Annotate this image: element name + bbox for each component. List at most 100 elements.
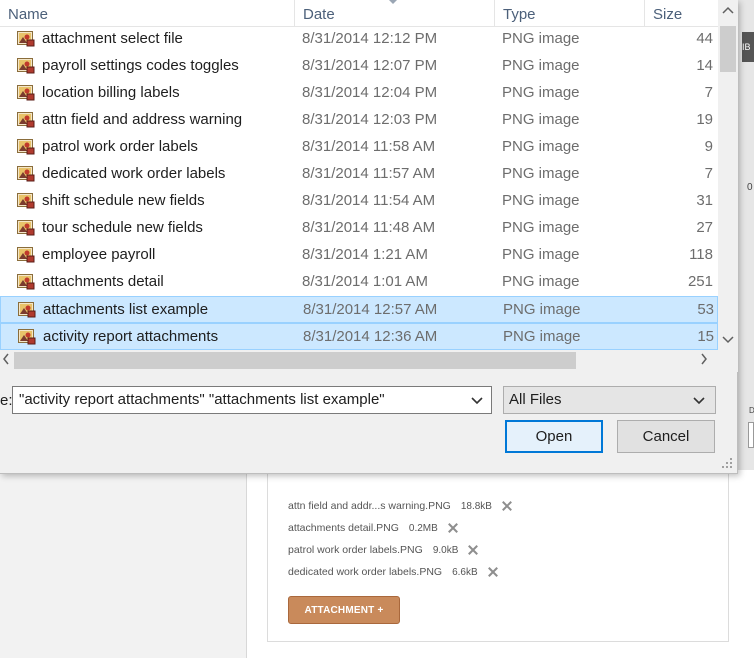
- file-row[interactable]: attachment select file 8/31/2014 12:12 PM…: [0, 26, 718, 53]
- column-header-name[interactable]: Name: [0, 0, 295, 27]
- open-button[interactable]: Open: [505, 420, 603, 453]
- chevron-left-icon[interactable]: [0, 353, 12, 369]
- png-image-file-icon: [17, 274, 35, 290]
- remove-attachment-icon[interactable]: [500, 499, 514, 513]
- file-name: patrol work order labels: [42, 138, 198, 155]
- png-image-file-icon: [17, 193, 35, 209]
- file-name: location billing labels: [42, 84, 180, 101]
- file-row[interactable]: payroll settings codes toggles 8/31/2014 …: [0, 53, 718, 80]
- file-size: 31: [696, 192, 713, 209]
- file-size: 251: [687, 273, 713, 290]
- horizontal-scrollbar[interactable]: [0, 350, 718, 372]
- chevron-down-icon[interactable]: [466, 389, 488, 411]
- add-attachment-button[interactable]: ATTACHMENT +: [288, 596, 400, 624]
- column-header-size[interactable]: Size: [645, 0, 718, 27]
- file-size: 14: [696, 57, 713, 74]
- file-row[interactable]: attachments list example 8/31/2014 12:57 …: [0, 296, 718, 323]
- png-image-file-icon: [18, 302, 36, 318]
- remove-attachment-icon[interactable]: [486, 565, 500, 579]
- column-header-date[interactable]: Date: [295, 0, 495, 27]
- file-list: Name Date Type Size attachment select fi…: [0, 0, 718, 350]
- file-row[interactable]: dedicated work order labels 8/31/2014 11:…: [0, 161, 718, 188]
- attachment-name: attachments detail.PNG: [288, 522, 399, 534]
- file-name: attachments detail: [42, 273, 164, 290]
- file-size: 44: [696, 30, 713, 47]
- file-row[interactable]: attn field and address warning 8/31/2014 …: [0, 107, 718, 134]
- file-name-label: e:: [0, 392, 13, 409]
- file-type: PNG image: [502, 192, 580, 209]
- file-name: activity report attachments: [43, 328, 219, 345]
- file-name-input[interactable]: "activity report attachments" "attachmen…: [12, 386, 492, 414]
- attachment-size: 18.8kB: [460, 500, 492, 512]
- cancel-button[interactable]: Cancel: [617, 420, 715, 453]
- column-header: Name Date Type Size: [0, 0, 718, 27]
- file-type: PNG image: [502, 84, 580, 101]
- file-type: PNG image: [502, 138, 580, 155]
- resize-grip-icon[interactable]: [720, 456, 734, 470]
- file-date: 8/31/2014 1:21 AM: [302, 246, 428, 263]
- background-page-edge: [738, 0, 754, 470]
- vertical-scrollbar[interactable]: [718, 0, 738, 350]
- chevron-right-icon[interactable]: [698, 353, 710, 369]
- file-row[interactable]: shift schedule new fields 8/31/2014 11:54…: [0, 188, 718, 215]
- png-image-file-icon: [17, 58, 35, 74]
- file-type: PNG image: [503, 301, 581, 318]
- attachment-name: dedicated work order labels.PNG: [288, 566, 443, 578]
- chevron-down-icon[interactable]: [720, 332, 736, 348]
- attachment-size: 6.6kB: [452, 566, 478, 578]
- screen: IB 0 D attn field and addr...s warning.P…: [0, 0, 754, 658]
- file-type: PNG image: [502, 57, 580, 74]
- file-name: payroll settings codes toggles: [42, 57, 239, 74]
- file-row[interactable]: activity report attachments 8/31/2014 12:…: [0, 323, 718, 350]
- file-name: attn field and address warning: [42, 111, 243, 128]
- attachment-item: patrol work order labels.PNG 9.0kB: [288, 542, 480, 558]
- attachment-name: patrol work order labels.PNG: [288, 544, 423, 556]
- horizontal-scroll-thumb[interactable]: [14, 352, 576, 369]
- file-type: PNG image: [503, 328, 581, 345]
- file-size: 7: [704, 165, 713, 182]
- vertical-scroll-thumb[interactable]: [720, 26, 736, 72]
- attachment-item: attachments detail.PNG 0.2MB: [288, 520, 460, 536]
- file-row[interactable]: attachments detail 8/31/2014 1:01 AM PNG i…: [0, 269, 718, 296]
- file-date: 8/31/2014 12:36 AM: [303, 328, 438, 345]
- file-date: 8/31/2014 11:54 AM: [302, 192, 436, 209]
- png-image-file-icon: [17, 247, 35, 263]
- file-row[interactable]: patrol work order labels 8/31/2014 11:58 …: [0, 134, 718, 161]
- attachment-size: 9.0kB: [432, 544, 459, 556]
- chevron-up-icon[interactable]: [720, 4, 736, 20]
- file-date: 8/31/2014 11:57 AM: [302, 165, 436, 182]
- file-size: 27: [696, 219, 713, 236]
- file-name: employee payroll: [42, 246, 156, 263]
- file-type: PNG image: [502, 246, 580, 263]
- file-date: 8/31/2014 11:48 AM: [302, 219, 436, 236]
- file-date: 8/31/2014 12:12 PM: [302, 30, 438, 47]
- file-type: PNG image: [502, 165, 580, 182]
- file-date: 8/31/2014 12:07 PM: [302, 57, 438, 74]
- file-size: 9: [704, 138, 713, 155]
- column-header-type[interactable]: Type: [495, 0, 645, 27]
- sort-caret-icon: [389, 0, 397, 4]
- png-image-file-icon: [17, 139, 35, 155]
- file-name: shift schedule new fields: [42, 192, 205, 209]
- background-edge-text: 0: [747, 182, 753, 193]
- background-header-text: IB: [742, 42, 751, 52]
- file-size: 7: [704, 84, 713, 101]
- file-row[interactable]: location billing labels 8/31/2014 12:04 P…: [0, 80, 718, 107]
- png-image-file-icon: [17, 85, 35, 101]
- file-type: PNG image: [502, 219, 580, 236]
- file-type: PNG image: [502, 273, 580, 290]
- attachment-name: attn field and addr...s warning.PNG: [288, 500, 451, 512]
- file-name: attachments list example: [43, 301, 209, 318]
- file-row[interactable]: employee payroll 8/31/2014 1:21 AM PNG ima…: [0, 242, 718, 269]
- background-edge-field: [748, 422, 754, 448]
- file-name: tour schedule new fields: [42, 219, 203, 236]
- remove-attachment-icon[interactable]: [466, 543, 480, 557]
- scroll-corner: [718, 350, 738, 372]
- file-type-select[interactable]: All Files: [503, 386, 716, 414]
- file-row[interactable]: tour schedule new fields 8/31/2014 11:48 …: [0, 215, 718, 242]
- chevron-down-icon[interactable]: [688, 389, 710, 411]
- file-date: 8/31/2014 1:01 AM: [302, 273, 428, 290]
- file-size: 53: [697, 301, 714, 318]
- background-page: attn field and addr...s warning.PNG 18.8…: [246, 470, 754, 658]
- remove-attachment-icon[interactable]: [446, 521, 460, 535]
